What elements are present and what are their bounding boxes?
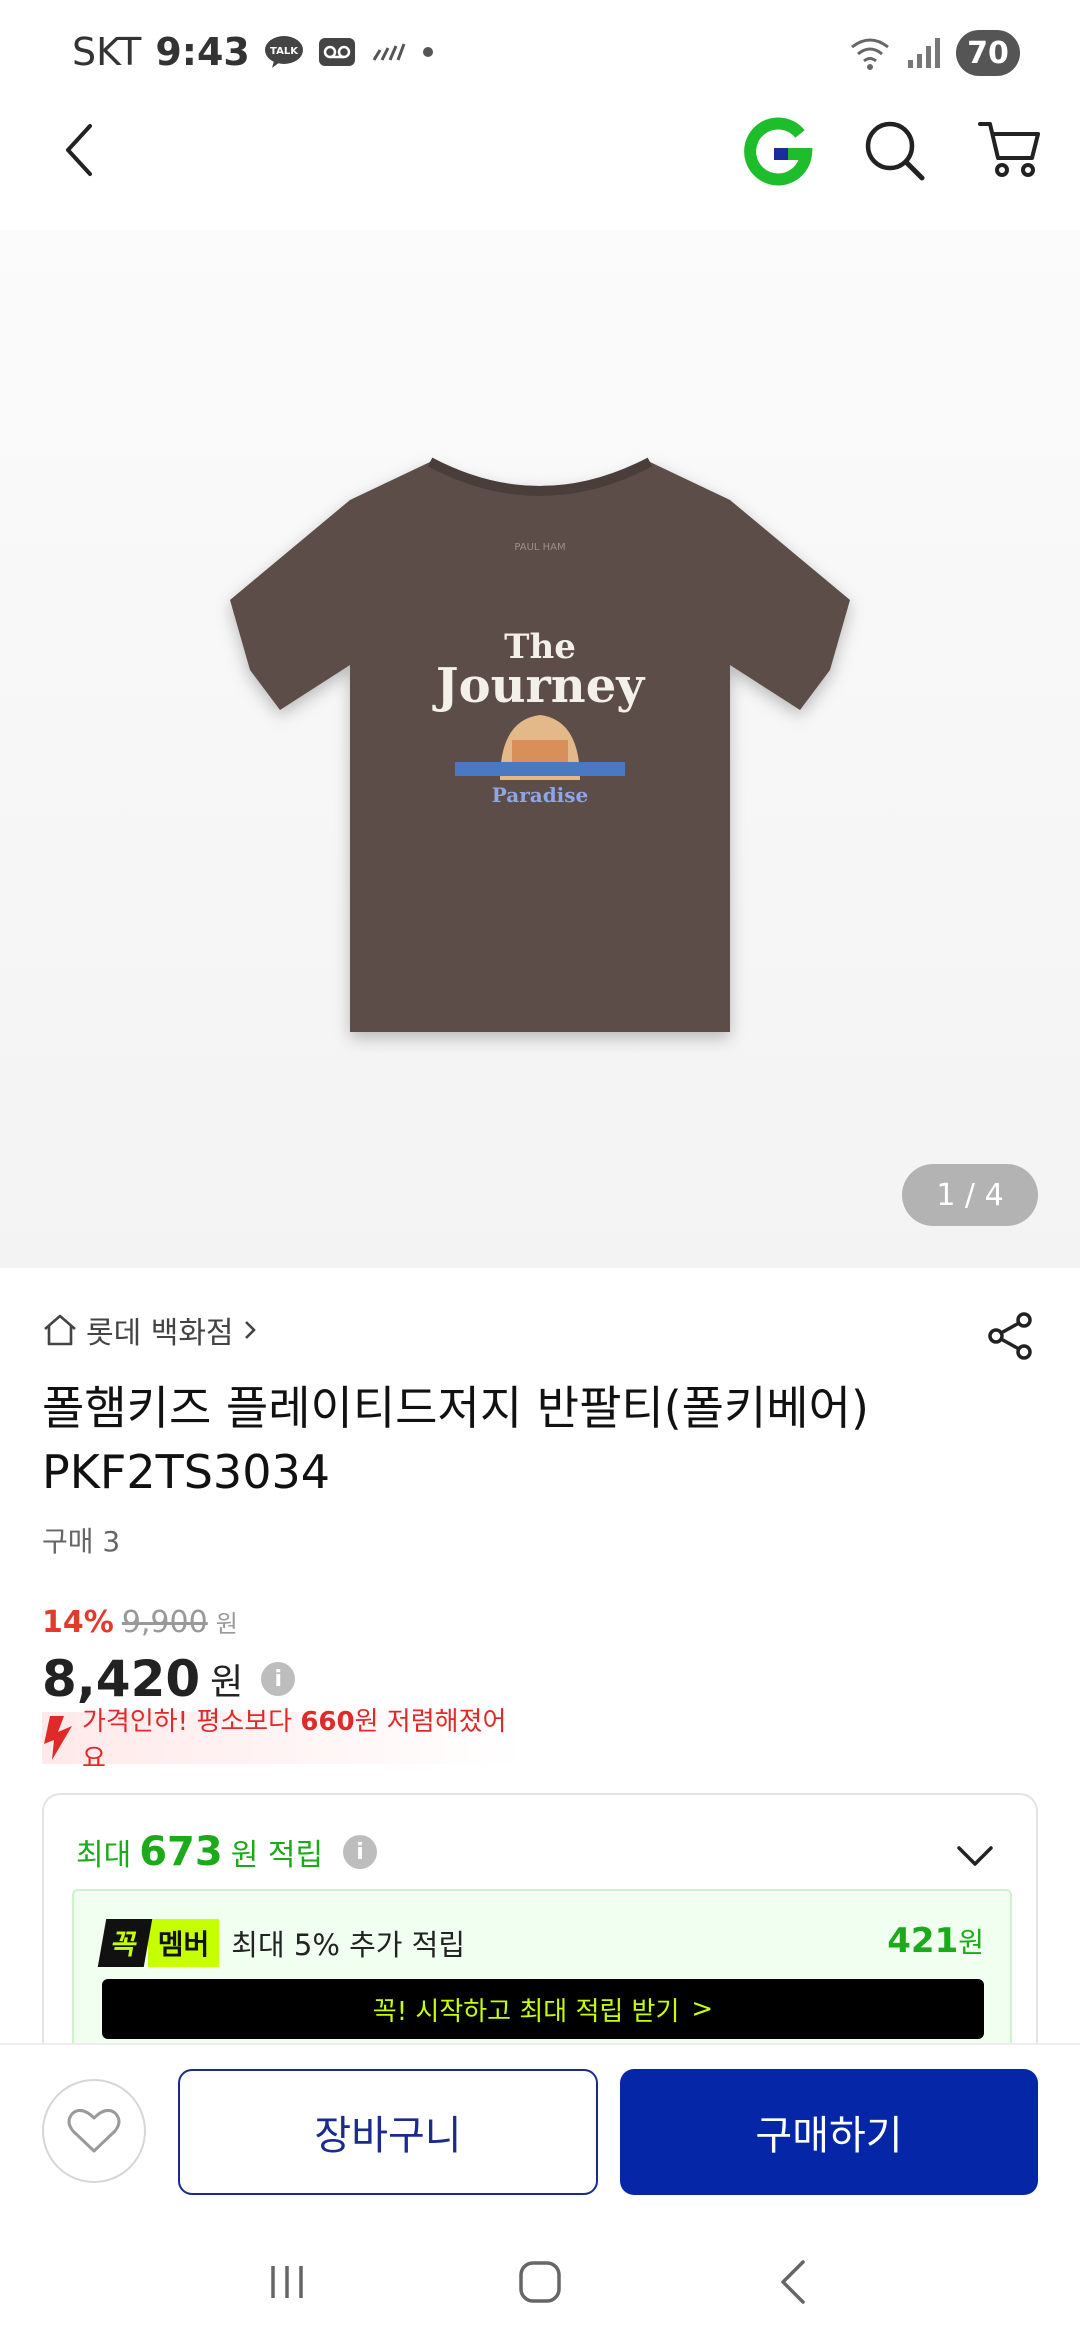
points-amount: 673 <box>139 1829 223 1875</box>
svg-text:PAUL HAM: PAUL HAM <box>514 542 565 553</box>
points-expand-button[interactable] <box>950 1831 1000 1881</box>
discount-rate: 14% <box>42 1605 114 1640</box>
system-back-button[interactable] <box>753 2242 833 2322</box>
price-drop-amount: 660 <box>300 1707 355 1737</box>
price-info-icon[interactable]: i <box>261 1662 296 1696</box>
points-summary: 최대 673 원 적립 i <box>76 1829 378 1875</box>
price-drop-banner: 가격인하! 평소보다 660원 저렴해졌어요 <box>42 1707 522 1774</box>
member-row: 꼭 멤버 최대 5% 추가 적립 <box>97 1919 466 1967</box>
product-image-gallery[interactable]: PAUL HAM The Journey Paradise 1 / 4 <box>0 230 1080 1268</box>
member-badge-member: 멤버 <box>147 1919 220 1967</box>
app-header <box>0 110 1080 230</box>
product-photo: PAUL HAM The Journey Paradise <box>230 457 850 1032</box>
search-button[interactable] <box>854 110 934 190</box>
product-title: 폴햄키즈 플레이티드저지 반팔티(폴키베어) PKF2TS3034 <box>42 1381 869 1499</box>
sale-price: 8,420 <box>42 1650 201 1708</box>
heart-icon <box>67 2108 121 2153</box>
home-logo-button[interactable] <box>738 110 818 190</box>
member-amount-unit: 원 <box>958 1926 984 1959</box>
member-text: 최대 5% 추가 적립 <box>231 1928 466 1962</box>
member-cta-arrow: > <box>691 1994 714 2024</box>
gmarket-logo-icon <box>744 117 813 186</box>
image-counter: 1 / 4 <box>902 1164 1038 1226</box>
share-button[interactable] <box>980 1306 1040 1366</box>
discount-row: 14% 9,900 원 <box>42 1604 238 1640</box>
print-main-text: Journey <box>432 658 646 714</box>
home-icon <box>519 2260 561 2303</box>
kakaotalk-notification-icon: TALK <box>264 35 304 69</box>
home-button[interactable] <box>500 2242 580 2322</box>
chevron-right-icon <box>244 1321 256 1339</box>
price-drop-prefix: 가격인하! 평소보다 <box>82 1707 301 1737</box>
share-icon <box>988 1312 1032 1360</box>
member-cta-label: 꼭! 시작하고 최대 적립 받기 <box>372 1996 680 2027</box>
chevron-down-icon <box>957 1846 993 1866</box>
sale-price-unit: 원 <box>210 1662 244 1703</box>
wifi-icon <box>848 33 892 73</box>
bottom-action-bar: 장바구니 구매하기 <box>0 2043 1080 2223</box>
member-badge-kk: 꼭 <box>97 1919 152 1967</box>
print-bottom-text: Paradise <box>492 783 589 807</box>
member-start-button[interactable]: 꼭! 시작하고 최대 적립 받기 > <box>102 1979 984 2039</box>
store-home-icon <box>44 1314 76 1346</box>
member-amount: 421원 <box>887 1921 984 1961</box>
original-price: 9,900 <box>121 1605 208 1640</box>
svg-text:TALK: TALK <box>270 46 299 57</box>
dot-icon <box>420 44 436 60</box>
original-price-unit: 원 <box>215 1610 238 1638</box>
header-actions <box>738 110 1050 190</box>
wishlist-button[interactable] <box>42 2079 146 2183</box>
recents-icon <box>270 2265 303 2298</box>
price-down-arrow-icon <box>44 1716 72 1760</box>
member-badge: 꼭 멤버 <box>97 1919 220 1967</box>
points-info-icon[interactable]: i <box>343 1835 378 1869</box>
voicemail-icon <box>318 37 356 67</box>
back-icon <box>66 124 92 176</box>
clock: 9:43 <box>155 30 250 74</box>
member-amount-value: 421 <box>887 1921 959 1961</box>
cart-button[interactable] <box>970 110 1050 190</box>
price-drop-text: 가격인하! 평소보다 660원 저렴해졌어요 <box>82 1701 522 1775</box>
signal-off-icon <box>370 40 406 64</box>
back-button[interactable] <box>40 110 120 190</box>
status-left: SKT 9:43 TALK <box>72 30 436 74</box>
status-right: 70 <box>848 30 1020 76</box>
points-suffix: 원 적립 <box>230 1838 324 1873</box>
cart-icon <box>978 122 1040 177</box>
buy-now-button[interactable]: 구매하기 <box>620 2069 1038 2195</box>
system-back-icon <box>781 2259 806 2304</box>
add-to-cart-button[interactable]: 장바구니 <box>178 2069 598 2195</box>
carrier-label: SKT <box>72 30 142 74</box>
recents-button[interactable] <box>247 2242 327 2322</box>
system-nav-bar <box>0 2223 1080 2340</box>
store-link[interactable]: 롯데 백화점 <box>42 1308 258 1352</box>
battery-indicator: 70 <box>956 30 1020 76</box>
cell-signal-icon <box>906 36 942 70</box>
search-icon <box>865 121 925 181</box>
points-prefix: 최대 <box>76 1838 132 1873</box>
price-row: 8,420 원 i <box>42 1650 296 1708</box>
purchase-count: 구매 3 <box>42 1525 121 1558</box>
status-bar: SKT 9:43 TALK 70 <box>0 0 1080 110</box>
store-name: 롯데 백화점 <box>86 1316 234 1351</box>
